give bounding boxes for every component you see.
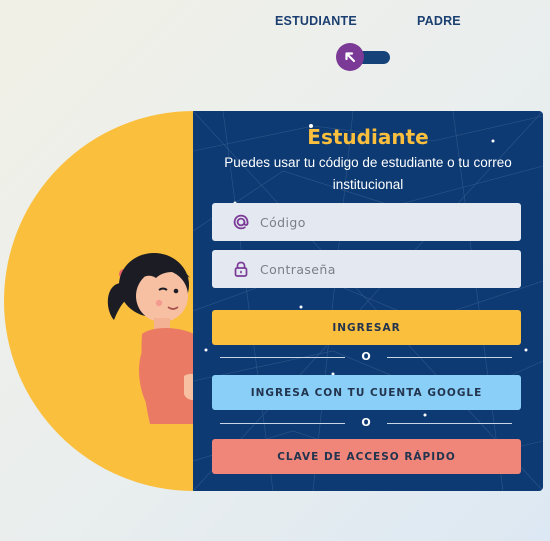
arrow-up-left-icon	[345, 52, 356, 63]
role-toggle[interactable]	[336, 43, 392, 71]
panel-title: Estudiante	[307, 125, 429, 149]
tab-student[interactable]: ESTUDIANTE	[275, 14, 357, 28]
toggle-knob[interactable]	[336, 43, 364, 71]
or-divider: O	[220, 416, 512, 430]
code-input[interactable]	[258, 213, 502, 231]
divider-line	[387, 423, 512, 424]
lock-icon	[232, 260, 250, 278]
code-field[interactable]	[212, 203, 521, 241]
panel-subtitle: Puedes usar tu código de estudiante o tu…	[224, 155, 512, 192]
tab-parent[interactable]: PADRE	[417, 14, 461, 28]
password-field[interactable]	[212, 250, 521, 288]
divider-line	[387, 357, 512, 358]
quick-access-key-button[interactable]: CLAVE DE ACCESO RÁPIDO	[212, 439, 521, 474]
at-icon	[232, 213, 250, 231]
role-tabs: ESTUDIANTE PADRE	[0, 14, 550, 34]
google-login-button[interactable]: INGRESA CON TU CUENTA GOOGLE	[212, 375, 521, 410]
login-panel: Estudiante Puedes usar tu código de estu…	[193, 111, 543, 491]
login-button[interactable]: INGRESAR	[212, 310, 521, 345]
student-illustration	[107, 253, 200, 424]
password-input[interactable]	[258, 260, 502, 278]
or-divider: O	[220, 350, 512, 364]
